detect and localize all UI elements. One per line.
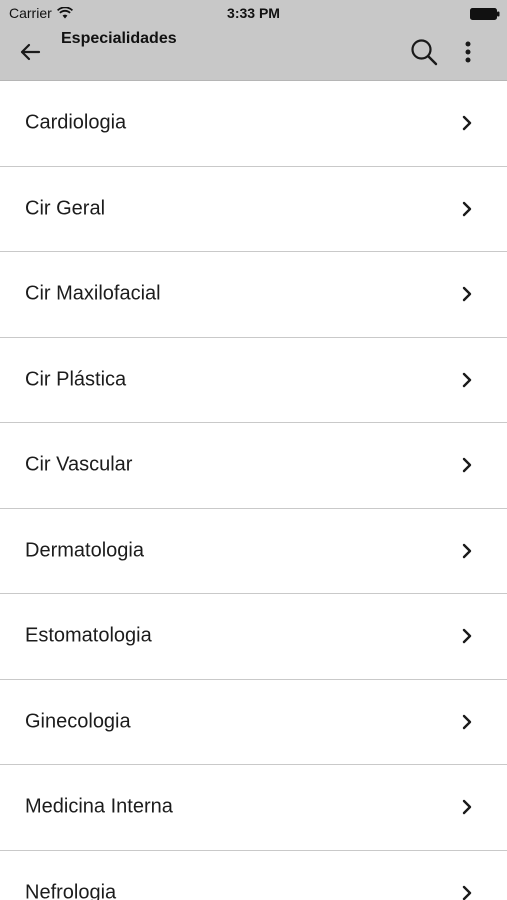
- search-button[interactable]: [404, 34, 444, 70]
- list-item-label: Cir Vascular: [25, 453, 133, 476]
- list-item[interactable]: Cardiologia: [0, 81, 507, 167]
- list-item-label: Cir Maxilofacial: [25, 282, 161, 305]
- chevron-right-icon: [462, 201, 472, 216]
- list-item[interactable]: Estomatologia: [0, 594, 507, 680]
- chevron-right-icon: [462, 714, 472, 729]
- wifi-icon: [56, 7, 73, 19]
- list-item-label: Nefrologia: [25, 881, 117, 900]
- specialties-list: Cardiologia Cir Geral Cir Maxilofacial Cir …: [0, 81, 507, 900]
- chevron-right-icon: [462, 543, 472, 558]
- list-item-label: Ginecologia: [25, 710, 131, 733]
- list-item-label: Dermatologia: [25, 539, 144, 562]
- chevron-right-icon: [462, 458, 472, 473]
- list-item[interactable]: Ginecologia: [0, 680, 507, 765]
- app-screen: Carrier 3:33 PM Especialidades Cardiolog…: [0, 0, 507, 900]
- more-options-button[interactable]: [454, 34, 482, 70]
- list-item[interactable]: Cir Plástica: [0, 338, 507, 423]
- chevron-right-icon: [462, 372, 472, 387]
- list-item-label: Medicina Interna: [25, 795, 173, 818]
- chevron-right-icon: [462, 800, 472, 815]
- page-title: Especialidades: [61, 30, 177, 47]
- battery-icon: [470, 8, 500, 20]
- top-bar: Carrier 3:33 PM Especialidades: [0, 0, 507, 81]
- more-vertical-icon: [465, 41, 471, 63]
- list-item[interactable]: Nefrologia: [0, 851, 507, 900]
- chevron-right-icon: [462, 885, 472, 900]
- status-carrier: Carrier: [9, 5, 73, 21]
- list-item-label: Cir Plástica: [25, 368, 127, 391]
- list-item[interactable]: Cir Geral: [0, 167, 507, 252]
- list-item[interactable]: Medicina Interna: [0, 765, 507, 851]
- search-icon: [411, 39, 438, 66]
- chevron-right-icon: [462, 629, 472, 644]
- arrow-left-icon: [20, 43, 41, 61]
- status-time: 3:33 PM: [227, 5, 280, 21]
- list-item-label: Cardiologia: [25, 111, 127, 134]
- chevron-right-icon: [462, 287, 472, 302]
- list-item[interactable]: Cir Vascular: [0, 423, 507, 509]
- list-item[interactable]: Dermatologia: [0, 509, 507, 594]
- list-item-label: Cir Geral: [25, 197, 106, 220]
- list-item-label: Estomatologia: [25, 624, 152, 647]
- back-button[interactable]: [12, 36, 48, 68]
- chevron-right-icon: [462, 116, 472, 131]
- list-item[interactable]: Cir Maxilofacial: [0, 252, 507, 338]
- carrier-label: Carrier: [9, 5, 52, 21]
